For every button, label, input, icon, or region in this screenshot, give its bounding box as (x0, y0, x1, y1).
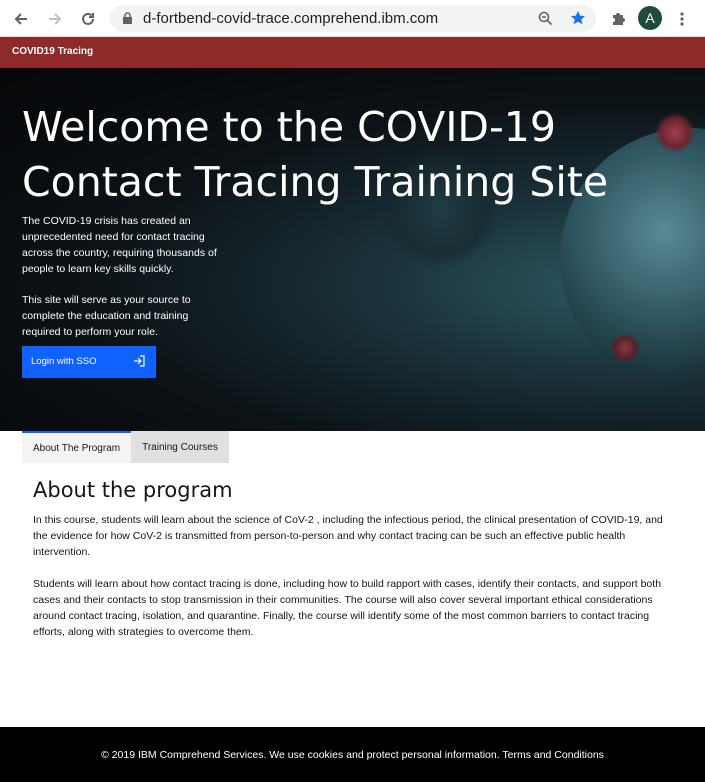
hero-paragraph-1: The COVID-19 crisis has created an unpre… (22, 215, 217, 275)
puzzle-icon[interactable] (606, 7, 630, 31)
footer: © 2019 IBM Comprehend Services. We use c… (0, 727, 705, 782)
app-title[interactable]: COVID19 Tracing (12, 46, 93, 57)
virus-spike-red-2 (610, 333, 640, 363)
tab-training-courses[interactable]: Training Courses (131, 431, 229, 463)
lock-icon (122, 12, 133, 30)
app-header: COVID19 Tracing (0, 37, 705, 68)
login-sso-label: Login with SSO (31, 356, 97, 367)
address-bar[interactable]: d-fortbend-covid-trace.comprehend.ibm.co… (110, 5, 596, 32)
url-text[interactable]: d-fortbend-covid-trace.comprehend.ibm.co… (143, 10, 438, 27)
browser-toolbar: d-fortbend-covid-trace.comprehend.ibm.co… (0, 0, 705, 37)
hero-paragraph-2: This site will serve as your source to c… (22, 294, 191, 338)
about-heading: About the program (33, 478, 233, 502)
star-icon[interactable] (570, 10, 586, 31)
magnifier-icon[interactable] (538, 11, 553, 31)
login-sso-button[interactable]: Login with SSO (22, 346, 156, 378)
arrow-left-icon[interactable] (9, 7, 33, 31)
kebab-menu-icon[interactable] (670, 7, 694, 31)
about-program-section: About the program In this course, studen… (33, 478, 673, 656)
login-arrow-icon (132, 354, 146, 368)
profile-avatar[interactable]: A (638, 6, 662, 30)
about-paragraph-2: Students will learn about how contact tr… (33, 578, 662, 638)
program-tabs: About The Program Training Courses (22, 431, 229, 463)
arrow-right-icon[interactable] (43, 7, 67, 31)
hero-title: Welcome to the COVID-19 Contact Tracing … (22, 103, 609, 206)
footer-text[interactable]: © 2019 IBM Comprehend Services. We use c… (101, 749, 604, 761)
virus-spike-red (655, 113, 695, 153)
hero-banner: Welcome to the COVID-19 Contact Tracing … (0, 68, 705, 431)
tab-about-the-program[interactable]: About The Program (22, 431, 132, 463)
about-paragraph-1: In this course, students will learn abou… (33, 514, 663, 558)
reload-icon[interactable] (76, 7, 100, 31)
